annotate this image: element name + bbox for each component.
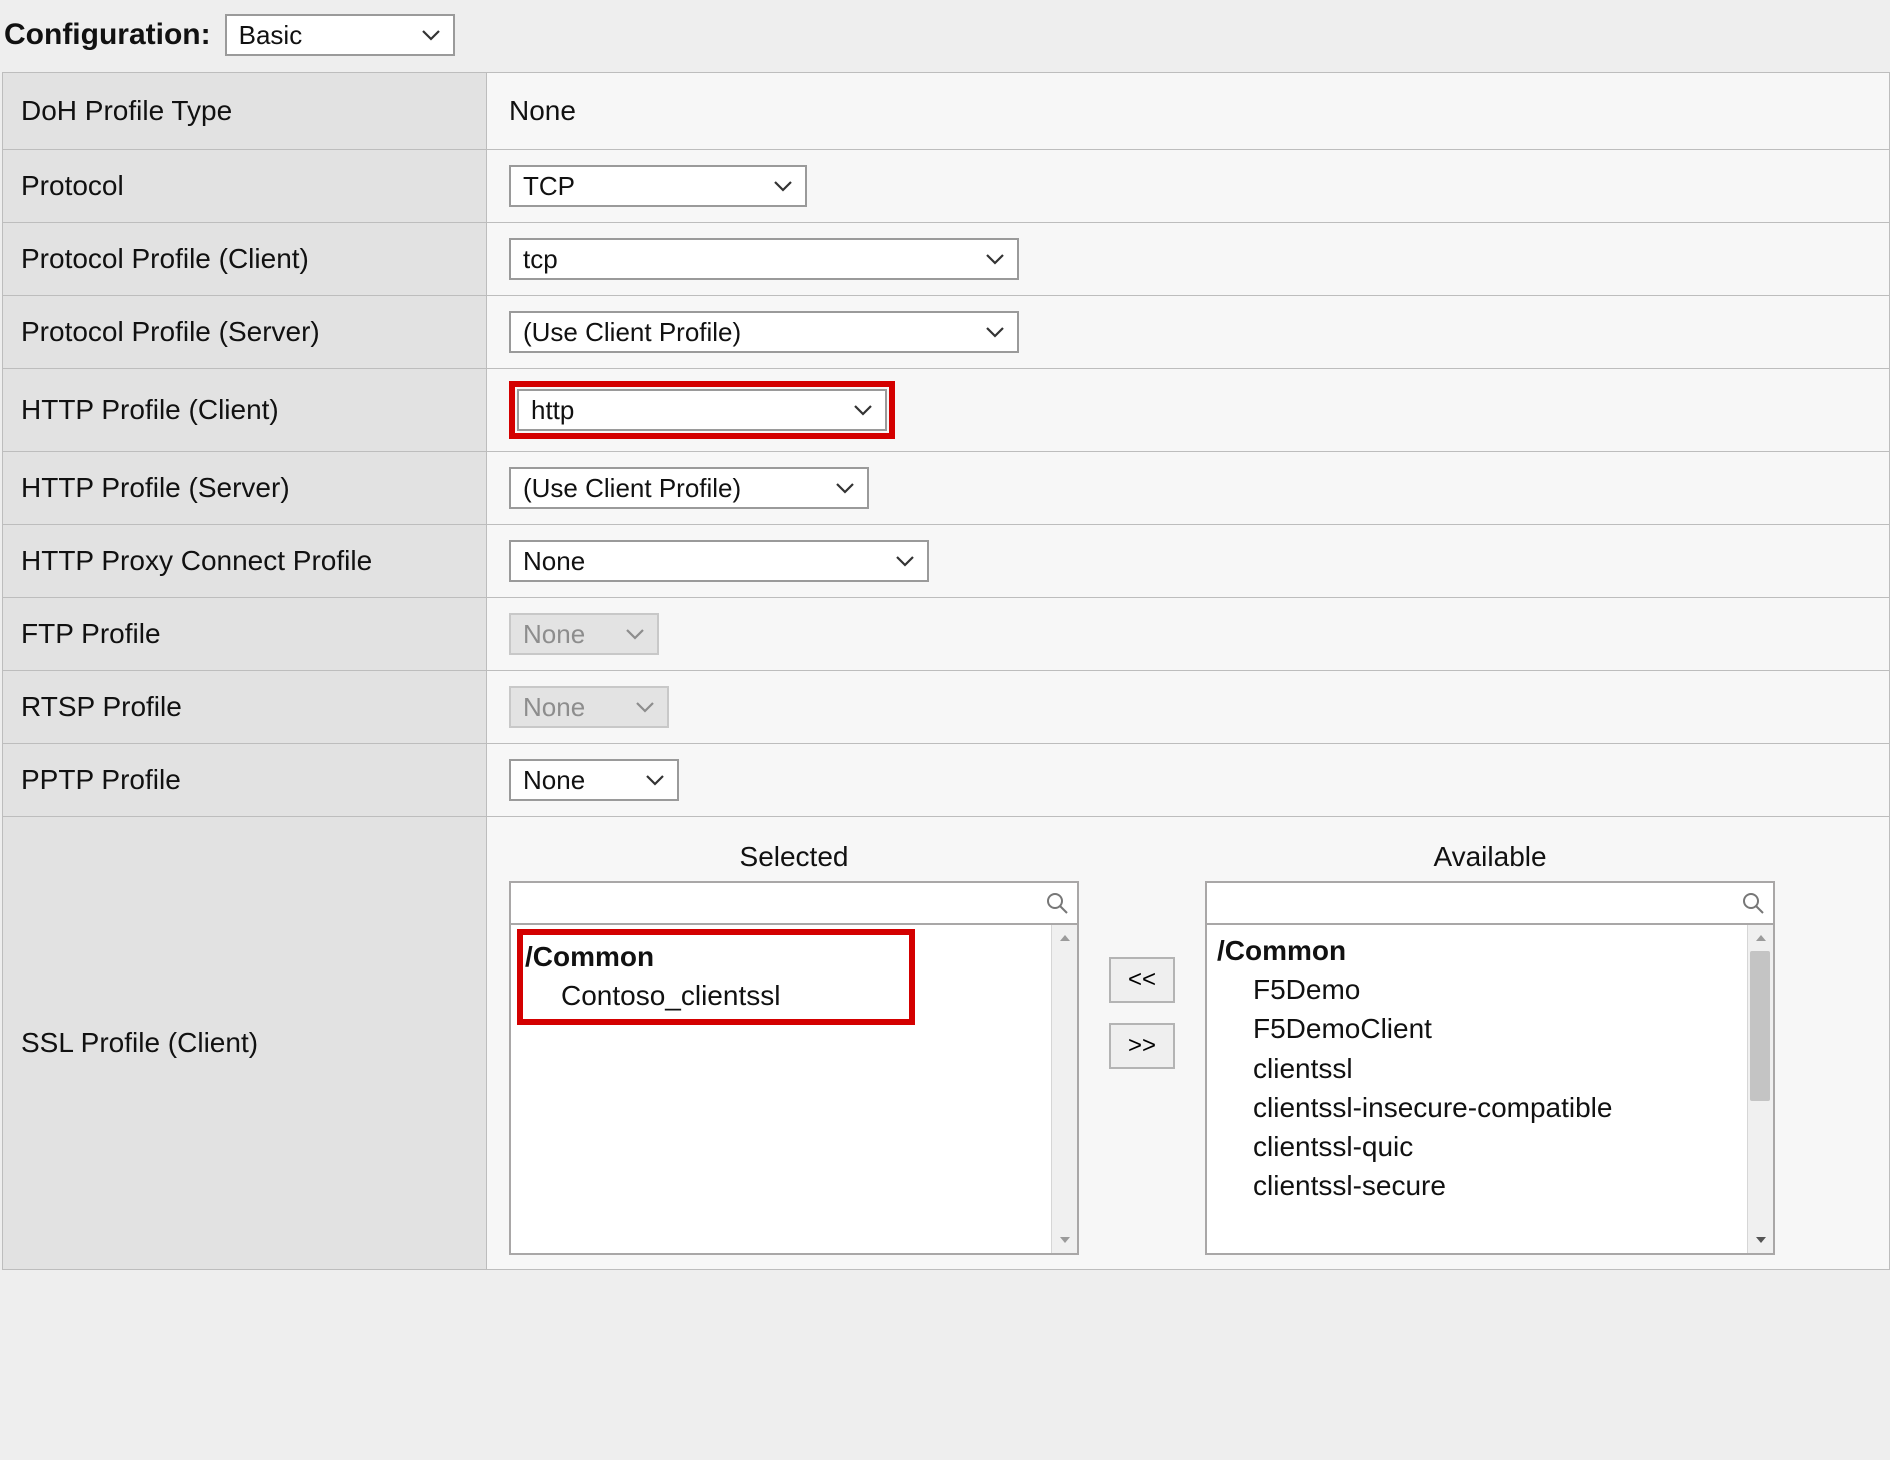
- ssl-available-search[interactable]: [1205, 881, 1775, 925]
- chevron-down-icon: [773, 179, 793, 193]
- http-profile-server-label: HTTP Profile (Server): [3, 452, 487, 525]
- chevron-down-icon: [835, 481, 855, 495]
- list-item[interactable]: Contoso_clientssl: [525, 976, 905, 1015]
- scroll-down-icon[interactable]: [1052, 1227, 1078, 1253]
- ssl-selected-listbox[interactable]: /Common Contoso_clientssl: [509, 925, 1079, 1255]
- pptp-profile-label: PPTP Profile: [3, 744, 487, 817]
- ssl-profile-client-label: SSL Profile (Client): [3, 817, 487, 1270]
- list-item[interactable]: clientssl-insecure-compatible: [1217, 1088, 1763, 1127]
- protocol-profile-server-value: (Use Client Profile): [523, 317, 741, 348]
- search-icon: [1045, 891, 1069, 915]
- pptp-profile-value: None: [523, 765, 585, 796]
- configuration-value: Basic: [239, 20, 303, 51]
- protocol-label: Protocol: [3, 150, 487, 223]
- scroll-up-icon[interactable]: [1748, 925, 1774, 951]
- search-icon: [1741, 891, 1765, 915]
- http-proxy-connect-select[interactable]: None: [509, 540, 929, 582]
- chevron-down-icon: [635, 700, 655, 714]
- scroll-up-icon[interactable]: [1052, 925, 1078, 951]
- list-item[interactable]: F5DemoClient: [1217, 1009, 1763, 1048]
- http-profile-server-select[interactable]: (Use Client Profile): [509, 467, 869, 509]
- chevron-down-icon: [645, 773, 665, 787]
- move-left-button[interactable]: <<: [1109, 957, 1175, 1003]
- ssl-available-search-input[interactable]: [1217, 888, 1741, 918]
- ssl-available-group: /Common: [1217, 931, 1763, 970]
- ssl-available-listbox[interactable]: /Common F5Demo F5DemoClient clientssl cl…: [1205, 925, 1775, 1255]
- ssl-available-header: Available: [1433, 837, 1546, 881]
- protocol-profile-server-label: Protocol Profile (Server): [3, 296, 487, 369]
- ftp-profile-value: None: [523, 619, 585, 650]
- config-table: DoH Profile Type None Protocol TCP Proto…: [2, 72, 1890, 1270]
- scrollbar[interactable]: [1747, 925, 1773, 1253]
- chevron-down-icon: [895, 554, 915, 568]
- protocol-profile-client-label: Protocol Profile (Client): [3, 223, 487, 296]
- scroll-thumb[interactable]: [1750, 951, 1770, 1101]
- scroll-down-icon[interactable]: [1748, 1227, 1774, 1253]
- highlight-selected-ssl: /Common Contoso_clientssl: [517, 929, 915, 1025]
- protocol-profile-client-value: tcp: [523, 244, 558, 275]
- http-profile-client-select[interactable]: http: [517, 389, 887, 431]
- list-item[interactable]: F5Demo: [1217, 970, 1763, 1009]
- ssl-selected-search[interactable]: [509, 881, 1079, 925]
- doh-profile-type-value: None: [487, 73, 1890, 150]
- protocol-profile-client-select[interactable]: tcp: [509, 238, 1019, 280]
- http-profile-client-label: HTTP Profile (Client): [3, 369, 487, 452]
- configuration-select[interactable]: Basic: [225, 14, 455, 56]
- ssl-selected-search-input[interactable]: [521, 888, 1045, 918]
- pptp-profile-select[interactable]: None: [509, 759, 679, 801]
- rtsp-profile-select: None: [509, 686, 669, 728]
- chevron-down-icon: [985, 252, 1005, 266]
- doh-profile-type-label: DoH Profile Type: [3, 73, 487, 150]
- ssl-selected-header: Selected: [740, 837, 849, 881]
- protocol-value: TCP: [523, 171, 575, 202]
- highlight-http-profile-client: http: [509, 381, 895, 439]
- ftp-profile-label: FTP Profile: [3, 598, 487, 671]
- http-proxy-connect-value: None: [523, 546, 585, 577]
- chevron-down-icon: [421, 28, 441, 42]
- protocol-select[interactable]: TCP: [509, 165, 807, 207]
- chevron-down-icon: [625, 627, 645, 641]
- http-profile-server-value: (Use Client Profile): [523, 473, 741, 504]
- chevron-down-icon: [985, 325, 1005, 339]
- scrollbar[interactable]: [1051, 925, 1077, 1253]
- list-item[interactable]: clientssl-secure: [1217, 1166, 1763, 1205]
- rtsp-profile-value: None: [523, 692, 585, 723]
- http-proxy-connect-label: HTTP Proxy Connect Profile: [3, 525, 487, 598]
- configuration-label: Configuration:: [4, 18, 211, 52]
- list-item[interactable]: clientssl: [1217, 1049, 1763, 1088]
- chevron-down-icon: [853, 403, 873, 417]
- move-right-button[interactable]: >>: [1109, 1023, 1175, 1069]
- list-item[interactable]: clientssl-quic: [1217, 1127, 1763, 1166]
- ssl-selected-group: /Common: [525, 937, 905, 976]
- protocol-profile-server-select[interactable]: (Use Client Profile): [509, 311, 1019, 353]
- ftp-profile-select: None: [509, 613, 659, 655]
- rtsp-profile-label: RTSP Profile: [3, 671, 487, 744]
